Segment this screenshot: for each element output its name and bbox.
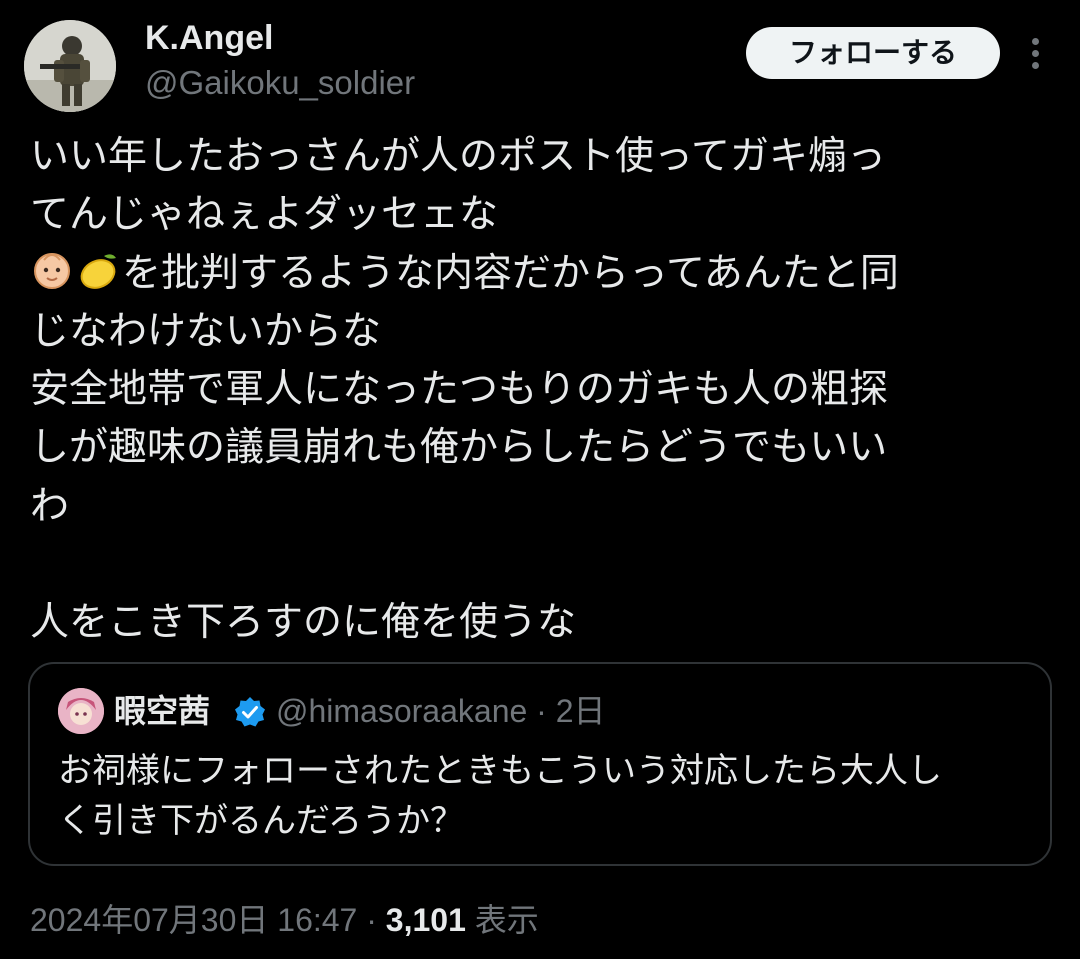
quoted-author-handle[interactable]: @himasoraakane <box>276 693 527 729</box>
separator-dot: · <box>536 693 547 729</box>
tweet-line-with-emoji: を批判するような内容だからってあんたと同 <box>30 245 1060 303</box>
tweet-meta: 2024年07月30日 16:47 · 3,101 表示 <box>30 896 539 944</box>
baby-face-emoji-icon <box>34 252 70 289</box>
verified-badge-icon <box>235 697 265 727</box>
tweet-line: 安全地帯で軍人になったつもりのガキも人の粗探 <box>30 367 889 413</box>
tweet-timestamp[interactable]: 2024年07月30日 16:47 <box>30 902 357 938</box>
tweet-line: わ <box>30 483 70 529</box>
quoted-tweet-line: お祠様にフォローされたときもこういう対応したら大人し <box>58 751 942 791</box>
quoted-tweet-line: く引き下がるんだろうか？ <box>58 801 464 841</box>
tweet-line-text: を批判するような内容だからってあんたと同 <box>122 250 899 296</box>
follow-button[interactable]: フォローする <box>746 27 1000 79</box>
quoted-author-name[interactable]: 暇空茜 <box>114 688 210 734</box>
tweet-line: てんじゃねぇよダッセェな <box>30 192 499 238</box>
views-count[interactable]: 3,101 <box>386 902 466 938</box>
tweet-line: じなわけないからな <box>30 308 382 354</box>
soldier-avatar-icon <box>24 20 116 112</box>
tweet-line: いい年したおっさんが人のポスト使ってガキ煽っ <box>30 134 887 179</box>
quoted-tweet-card[interactable]: 暇空茜 @himasoraakane · 2日 お祠様にフォローされたときもこう… <box>28 662 1052 866</box>
tweet-text: いい年したおっさんが人のポスト使ってガキ煽っ てんじゃねぇよダッセェな を批判す… <box>30 128 1060 653</box>
author-handle[interactable]: @Gaikoku_soldier <box>145 62 415 104</box>
quoted-tweet-text: お祠様にフォローされたときもこういう対応したら大人し く引き下がるんだろうか？ <box>58 746 1028 846</box>
tweet-line: しが趣味の議員崩れも俺からしたらどうでもいい <box>30 425 888 471</box>
anime-avatar-icon <box>58 688 104 734</box>
quoted-tweet-age[interactable]: 2日 <box>556 693 606 729</box>
tweet-header: K.Angel @Gaikoku_soldier フォローする <box>0 0 1080 130</box>
quoted-author-meta: @himasoraakane · 2日 <box>276 688 606 734</box>
tweet-line: 人をこき下ろすのに俺を使うな <box>30 600 577 646</box>
separator-dot: · <box>366 902 377 938</box>
more-vertical-icon[interactable] <box>1016 30 1056 76</box>
lemon-emoji-icon <box>80 253 116 289</box>
quoted-author-avatar[interactable] <box>58 688 104 734</box>
views-label: 表示 <box>474 902 539 938</box>
author-display-name[interactable]: K.Angel <box>145 16 273 60</box>
author-avatar[interactable] <box>24 20 116 112</box>
